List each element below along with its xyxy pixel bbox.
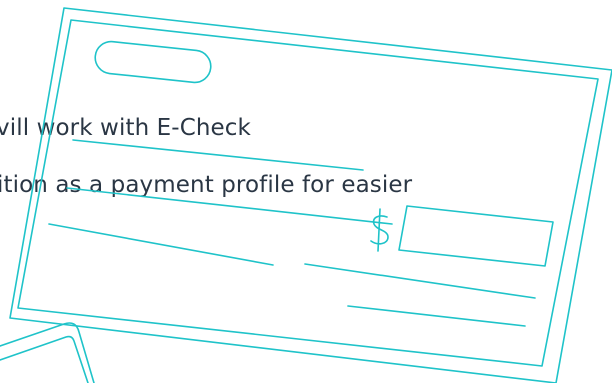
check-memo-line-left <box>48 223 274 266</box>
check-signature-line <box>347 305 526 327</box>
check-memo-line-right <box>304 263 536 299</box>
check-outer-border <box>9 7 612 383</box>
dollar-sign-stroke <box>377 208 381 252</box>
check-illustration-icon <box>0 7 612 383</box>
card-illustration-icon <box>0 322 95 383</box>
check-outline <box>9 7 612 383</box>
check-line-2 <box>66 187 393 225</box>
check-name-pill <box>94 40 212 84</box>
check-amount-box <box>398 205 554 267</box>
card-inner-outline <box>0 335 89 383</box>
check-line-1 <box>72 139 364 171</box>
page: vill work with E-Check ition as a paymen… <box>0 0 612 383</box>
card-outline <box>0 322 95 383</box>
